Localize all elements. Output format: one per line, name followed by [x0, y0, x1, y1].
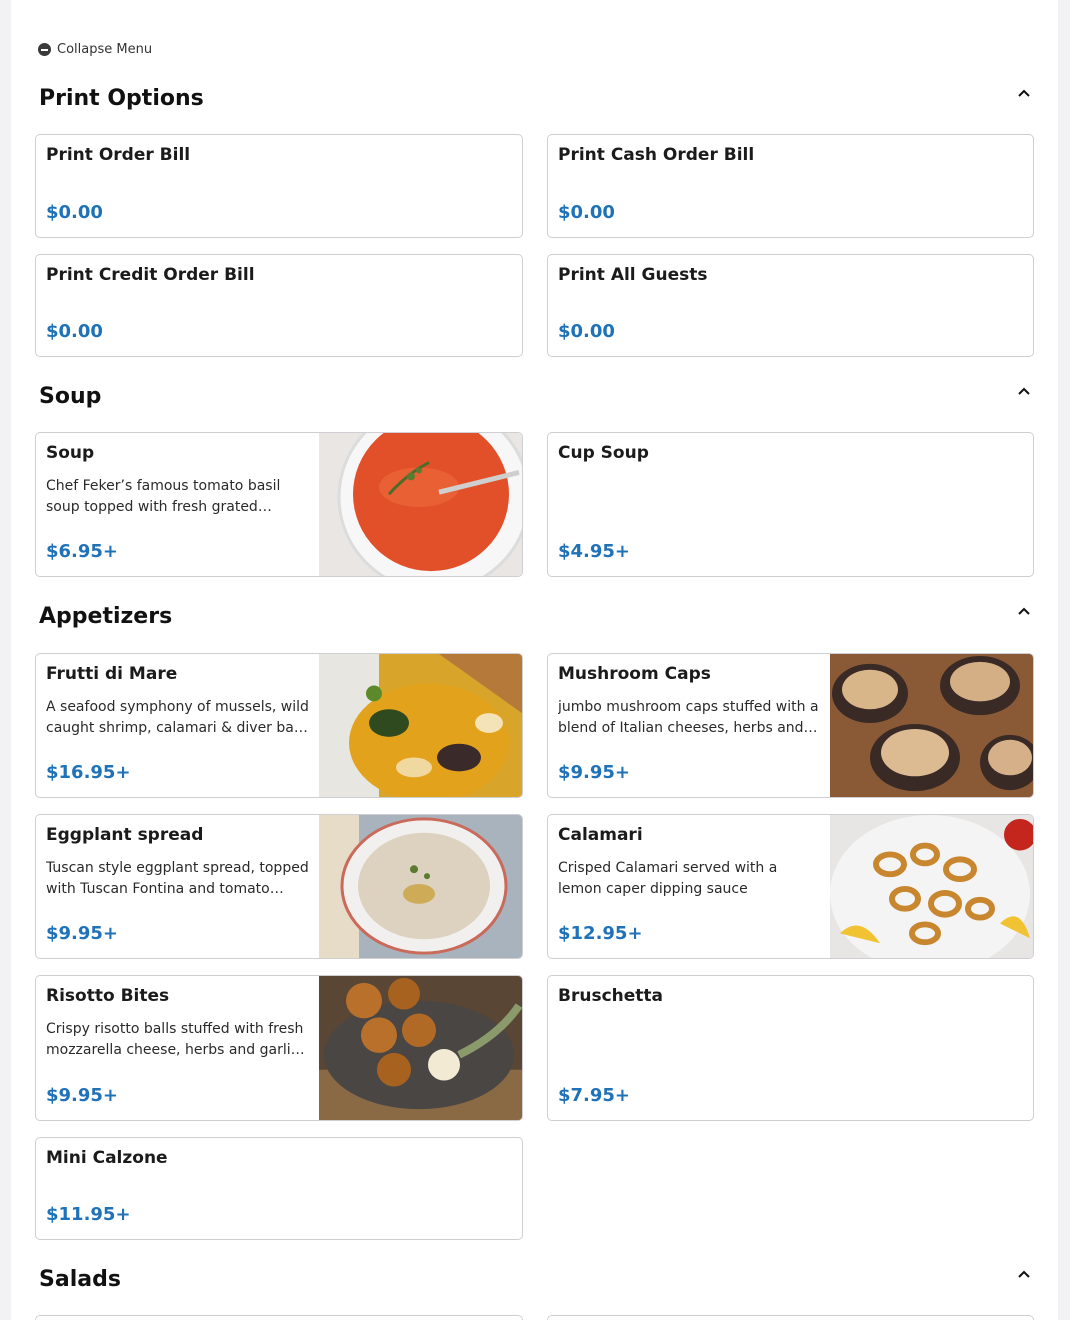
- section-title-appetizers: Appetizers: [39, 604, 173, 629]
- item-name: Print Order Bill: [46, 145, 191, 165]
- menu-item-print-order-bill[interactable]: Print Order Bill $0.00: [35, 134, 523, 238]
- menu-item-cup-soup[interactable]: Cup Soup $4.95+: [547, 432, 1034, 577]
- item-price: $7.95+: [558, 1085, 631, 1106]
- item-price: $9.95+: [558, 762, 631, 783]
- eggplant-spread-photo: [319, 815, 522, 958]
- item-description: Tuscan style eggplant spread, topped wit…: [46, 860, 309, 897]
- menu-item-card-partial[interactable]: [35, 1315, 523, 1320]
- menu-item-card-partial[interactable]: [547, 1315, 1034, 1320]
- item-name: Print All Guests: [558, 265, 708, 285]
- item-name: Frutti di Mare: [46, 664, 178, 684]
- chevron-up-icon[interactable]: [1017, 1269, 1031, 1279]
- item-price: $0.00: [46, 321, 103, 342]
- item-price: $0.00: [558, 202, 615, 223]
- menu-item-bruschetta[interactable]: Bruschetta $7.95+: [547, 975, 1034, 1121]
- item-price: $11.95+: [46, 1204, 131, 1225]
- item-description: Crispy risotto balls stuffed with fresh …: [46, 1021, 305, 1058]
- section-title-soup: Soup: [39, 384, 102, 409]
- menu-item-risotto-bites[interactable]: Risotto Bites Crispy risotto balls stuff…: [35, 975, 523, 1121]
- seafood-stew-photo: [319, 654, 522, 797]
- menu-item-print-cash-order-bill[interactable]: Print Cash Order Bill $0.00: [547, 134, 1034, 238]
- item-price: $0.00: [46, 202, 103, 223]
- risotto-balls-photo: [319, 976, 522, 1120]
- item-name: Risotto Bites: [46, 986, 170, 1006]
- fried-calamari-photo: [830, 815, 1033, 958]
- section-title-print-options: Print Options: [39, 86, 204, 111]
- item-name: Cup Soup: [558, 443, 649, 463]
- tomato-basil-soup-photo: [319, 433, 522, 576]
- item-name: Bruschetta: [558, 986, 663, 1006]
- collapse-menu-button[interactable]: Collapse Menu: [38, 42, 152, 57]
- menu-item-calamari[interactable]: Calamari Crisped Calamari served with a …: [547, 814, 1034, 959]
- item-description: jumbo mushroom caps stuffed with a blend…: [558, 699, 819, 736]
- item-name: Calamari: [558, 825, 643, 845]
- item-price: $9.95+: [46, 1085, 119, 1106]
- item-price: $6.95+: [46, 541, 119, 562]
- menu-item-mushroom-caps[interactable]: Mushroom Caps jumbo mushroom caps stuffe…: [547, 653, 1034, 798]
- menu-item-frutti-di-mare[interactable]: Frutti di Mare A seafood symphony of mus…: [35, 653, 523, 798]
- item-description: Crisped Calamari served with a lemon cap…: [558, 860, 778, 897]
- item-name: Print Cash Order Bill: [558, 145, 755, 165]
- menu-item-print-credit-order-bill[interactable]: Print Credit Order Bill $0.00: [35, 254, 523, 357]
- item-name: Eggplant spread: [46, 825, 204, 845]
- item-name: Mushroom Caps: [558, 664, 711, 684]
- collapse-menu-label: Collapse Menu: [57, 42, 153, 57]
- chevron-up-icon[interactable]: [1017, 88, 1031, 98]
- section-title-salads: Salads: [39, 1267, 121, 1292]
- item-price: $16.95+: [46, 762, 131, 783]
- item-description: A seafood symphony of mussels, wild caug…: [46, 699, 309, 736]
- item-price: $0.00: [558, 321, 615, 342]
- item-description: Chef Feker’s famous tomato basil soup to…: [46, 478, 281, 515]
- minus-circle-icon: [38, 43, 51, 56]
- menu-item-mini-calzone[interactable]: Mini Calzone $11.95+: [35, 1137, 523, 1240]
- item-name: Print Credit Order Bill: [46, 265, 255, 285]
- menu-item-print-all-guests[interactable]: Print All Guests $0.00: [547, 254, 1034, 357]
- stuffed-mushrooms-photo: [830, 654, 1033, 797]
- chevron-up-icon[interactable]: [1017, 386, 1031, 396]
- menu-item-soup[interactable]: Soup Chef Feker’s famous tomato basil so…: [35, 432, 523, 577]
- item-price: $9.95+: [46, 923, 119, 944]
- item-name: Mini Calzone: [46, 1148, 168, 1168]
- item-name: Soup: [46, 443, 95, 463]
- menu-item-eggplant-spread[interactable]: Eggplant spread Tuscan style eggplant sp…: [35, 814, 523, 959]
- chevron-up-icon[interactable]: [1017, 606, 1031, 616]
- item-price: $4.95+: [558, 541, 631, 562]
- item-price: $12.95+: [558, 923, 643, 944]
- menu-page: Collapse Menu Print Options Print Order …: [11, 0, 1058, 1320]
